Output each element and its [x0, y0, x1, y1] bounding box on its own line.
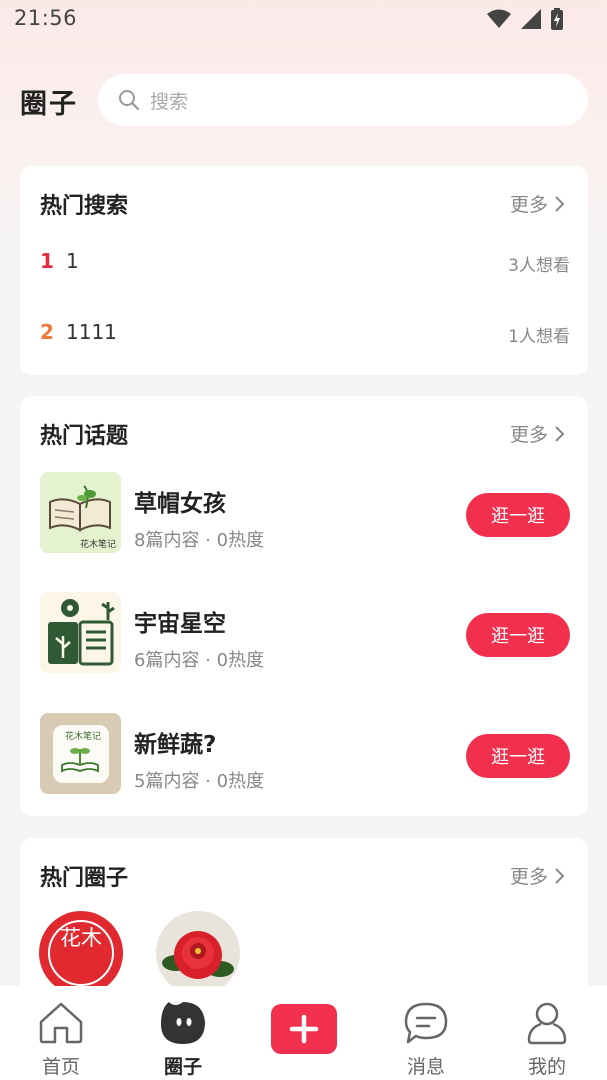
want-count: 1人想看 [508, 327, 570, 347]
rank-number: 2 [40, 320, 54, 344]
topic-name: 新鲜蔬? [134, 732, 217, 758]
visit-button[interactable]: 逛一逛 [466, 613, 570, 657]
battery-icon [551, 8, 563, 30]
topic-thumbnail: 花木笔记 [40, 713, 121, 794]
want-count: 3人想看 [508, 256, 570, 276]
hot-circles-more-link[interactable]: 更多 [510, 862, 566, 889]
hot-search-more-link[interactable]: 更多 [510, 190, 566, 217]
circle-logo-text: 花木 [60, 926, 102, 950]
chevron-right-icon [555, 867, 565, 884]
circle-avatar[interactable]: 花木 [39, 911, 123, 995]
hot-circles-title: 热门圈子 [40, 866, 129, 891]
wifi-icon [487, 9, 511, 28]
topic-meta: 6篇内容 · 0热度 [134, 650, 265, 671]
nav-item-home[interactable]: 首页 [11, 986, 111, 1080]
topic-item[interactable]: 宇宙星空 6篇内容 · 0热度 逛一逛 [40, 592, 570, 674]
signal-icon [521, 9, 541, 29]
search-term: 1 [66, 249, 79, 273]
visit-button[interactable]: 逛一逛 [466, 493, 570, 537]
search-icon [119, 90, 140, 111]
nav-label: 我的 [527, 1056, 566, 1078]
add-button[interactable] [271, 1004, 337, 1054]
nav-label: 首页 [41, 1056, 80, 1078]
hot-search-card: 热门搜索 更多 1 1 3人想看 2 1111 1人想看 [20, 166, 588, 375]
hot-topics-more-link[interactable]: 更多 [510, 420, 566, 447]
hot-search-row[interactable]: 2 1111 1人想看 [40, 320, 570, 350]
nav-item-messages[interactable]: 消息 [376, 986, 476, 1080]
search-placeholder: 搜索 [150, 90, 189, 113]
book-plant-icon [48, 599, 115, 666]
topic-meta: 8篇内容 · 0热度 [134, 530, 265, 551]
topic-name: 宇宙星空 [134, 611, 226, 637]
chevron-right-icon [555, 195, 565, 212]
circle-icon [161, 1002, 205, 1044]
hot-topics-title: 热门话题 [40, 424, 129, 449]
nav-item-circle[interactable]: 圈子 [133, 986, 233, 1080]
topic-name: 草帽女孩 [134, 491, 226, 517]
search-term: 1111 [66, 320, 117, 344]
status-bar: 21:56 [0, 0, 607, 40]
more-label: 更多 [509, 424, 548, 446]
topic-thumbnail [40, 592, 121, 673]
message-icon [404, 1002, 448, 1044]
sprout-book-icon [61, 748, 99, 773]
more-label: 更多 [509, 866, 548, 888]
chevron-right-icon [555, 425, 565, 442]
thumb-caption: 花木笔记 [80, 540, 117, 550]
page-title: 圈子 [20, 89, 78, 120]
nav-label: 消息 [406, 1056, 445, 1078]
home-icon [39, 1002, 83, 1044]
bottom-nav: 首页 圈子 消息 我的 [0, 986, 607, 1080]
nav-label: 圈子 [163, 1056, 202, 1078]
rank-number: 1 [40, 249, 54, 273]
add-icon [289, 1014, 319, 1044]
topic-item[interactable]: 花木笔记 新鲜蔬? 5篇内容 · 0热度 逛一逛 [40, 713, 570, 795]
hot-search-title: 热门搜索 [40, 194, 129, 219]
topic-meta: 5篇内容 · 0热度 [134, 771, 265, 792]
status-time: 21:56 [14, 6, 78, 30]
search-input[interactable]: 搜索 [98, 74, 588, 126]
visit-button[interactable]: 逛一逛 [466, 734, 570, 778]
nav-item-profile[interactable]: 我的 [497, 986, 597, 1080]
profile-icon [527, 1002, 567, 1045]
hot-circles-card: 热门圈子 更多 花木 [20, 838, 588, 1008]
circle-avatar[interactable] [156, 911, 240, 995]
topic-thumbnail: 花木笔记 [40, 472, 121, 553]
more-label: 更多 [509, 194, 548, 216]
camellia-flower-image [162, 931, 234, 979]
topic-item[interactable]: 花木笔记 草帽女孩 8篇内容 · 0热度 逛一逛 [40, 472, 570, 554]
header: 圈子 搜索 [0, 74, 607, 128]
status-icons [487, 8, 563, 30]
hot-topics-card: 热门话题 更多 花木笔记 草帽女孩 8篇内容 · 0热度 逛一逛 宇宙星空 6篇… [20, 396, 588, 816]
hot-search-row[interactable]: 1 1 3人想看 [40, 249, 570, 279]
